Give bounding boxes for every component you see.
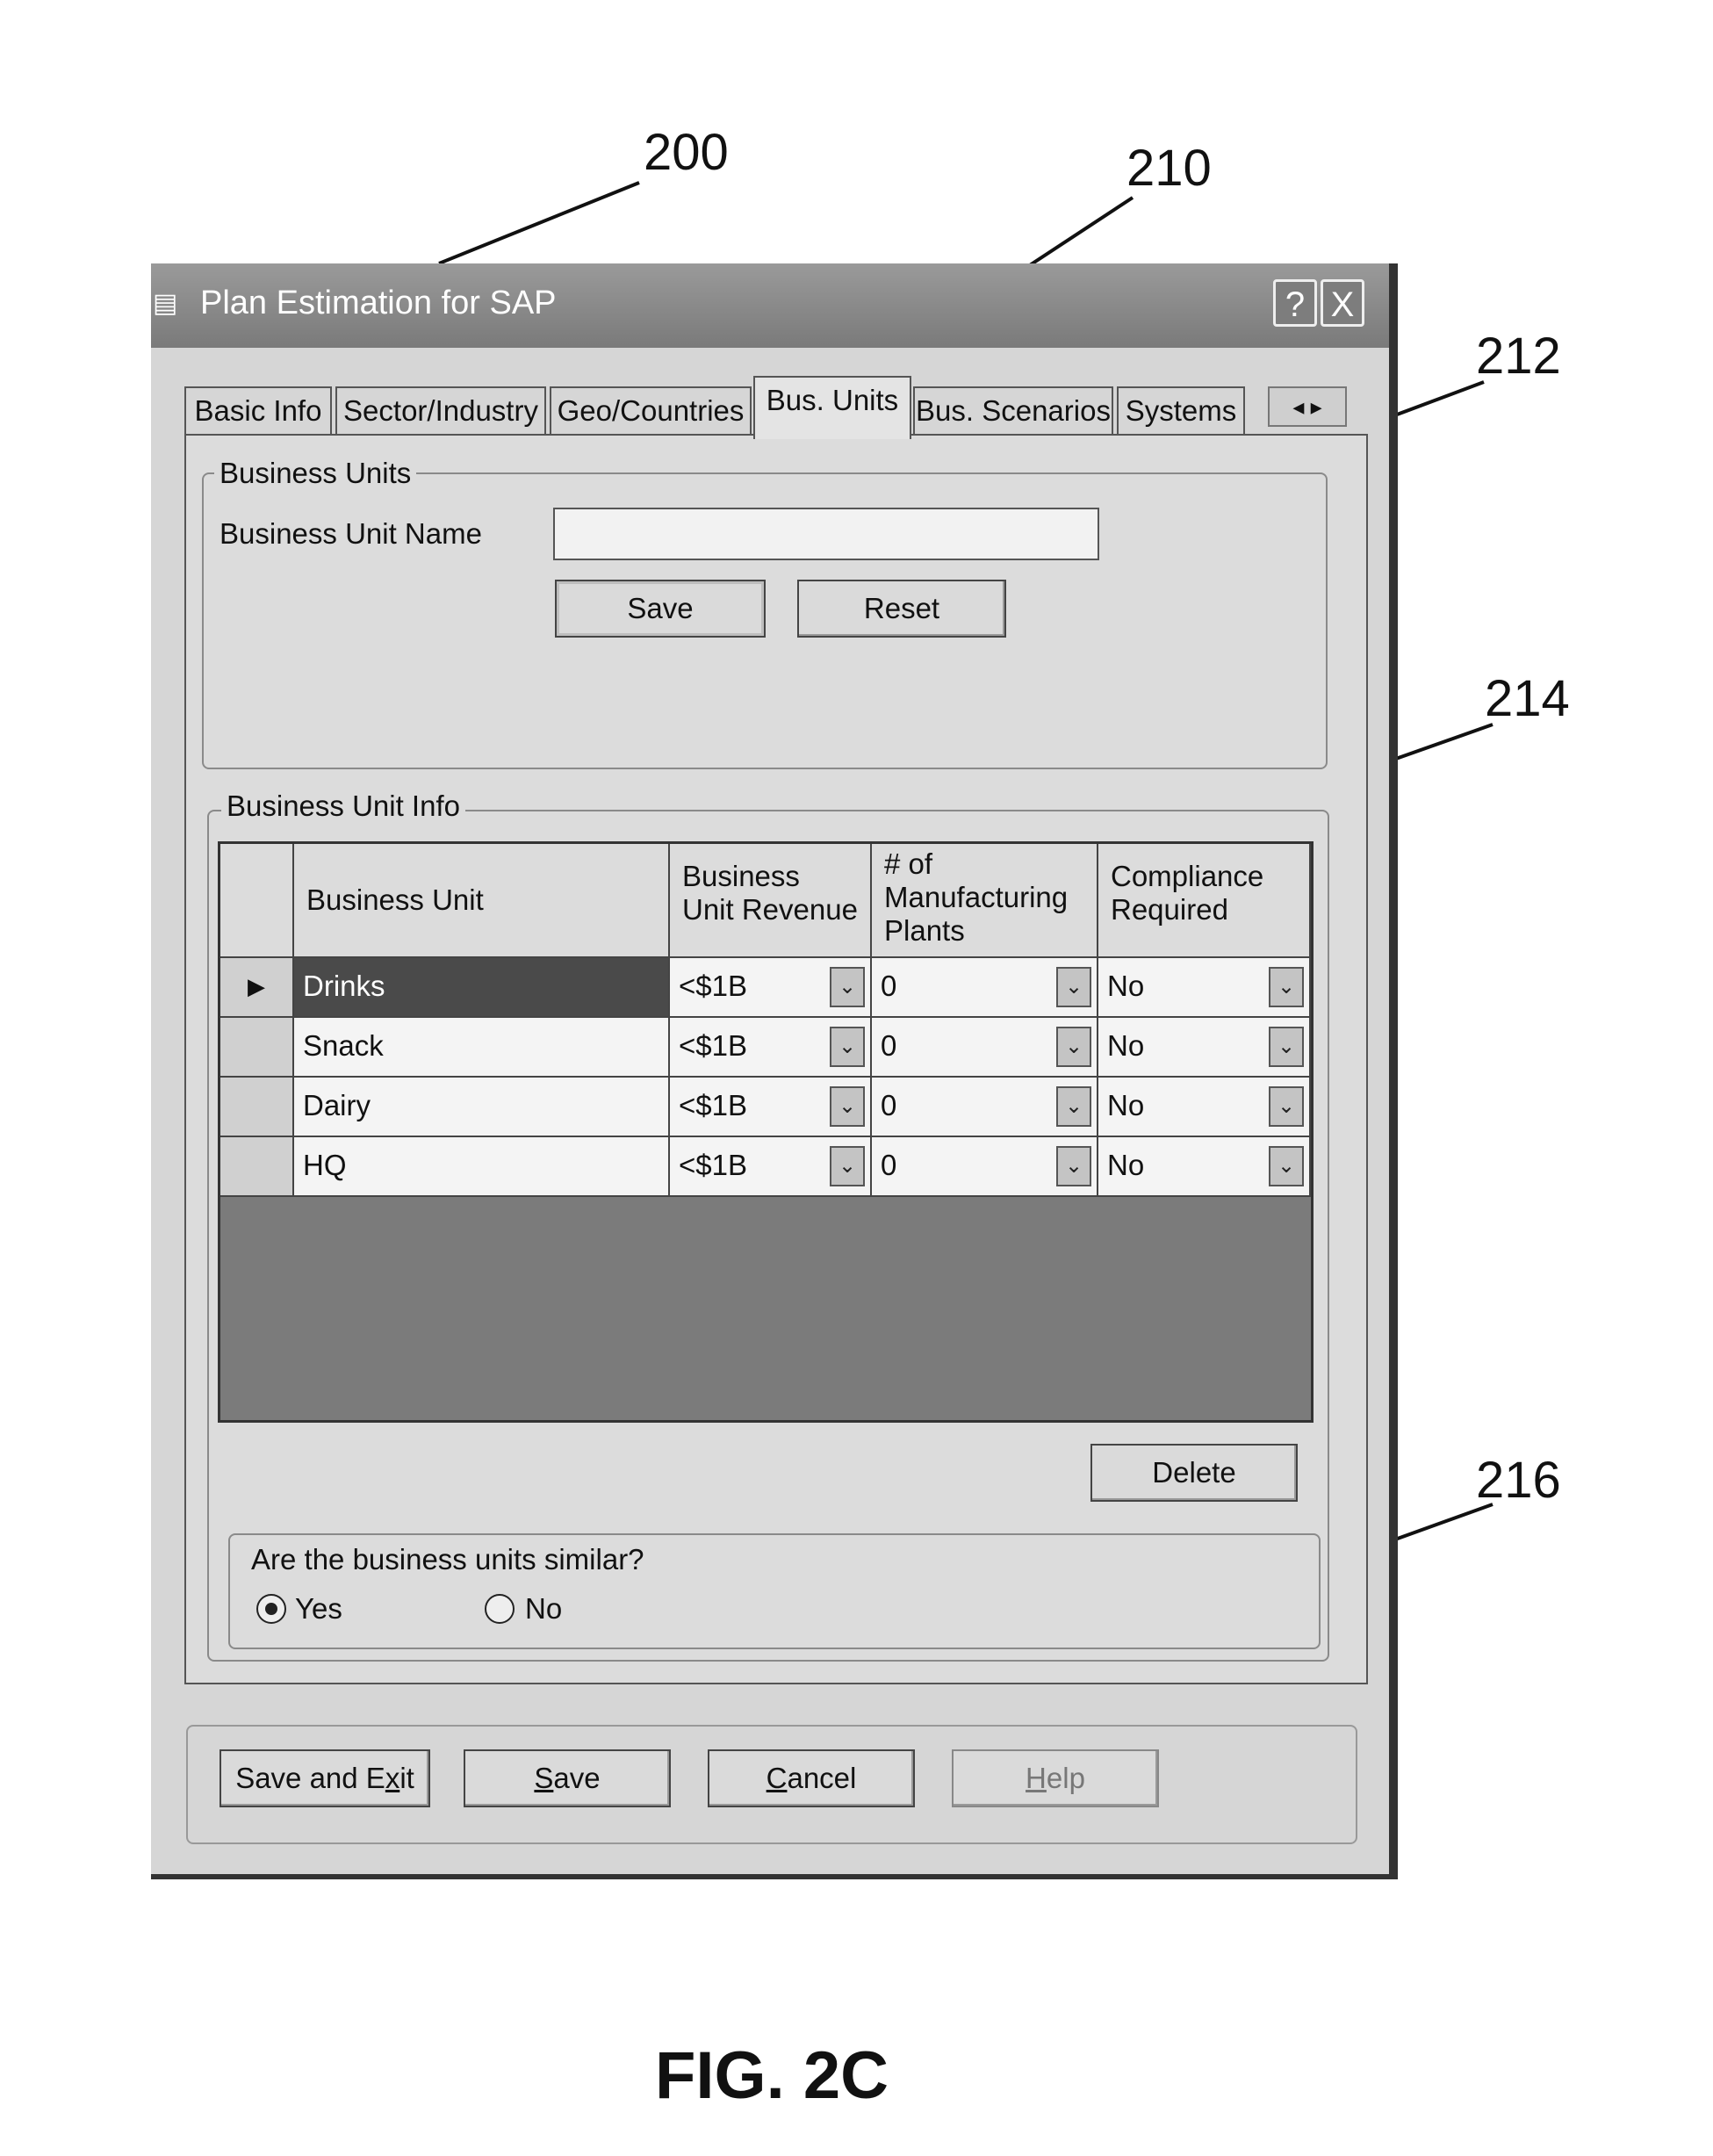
help-text: elp <box>1047 1762 1085 1794</box>
app-icon: ▤ <box>153 290 179 318</box>
title-bar[interactable]: ▤ Plan Estimation for SAP ? X <box>151 263 1389 348</box>
cell-unit[interactable]: Dairy <box>294 1078 670 1137</box>
save-button[interactable]: Save <box>464 1749 671 1807</box>
business-unit-info-legend: Business Unit Info <box>221 790 465 822</box>
save-and-exit-text-a: Save and E <box>235 1762 385 1794</box>
dropdown-arrow-icon[interactable]: ⌄ <box>1269 1146 1304 1186</box>
cell-plants-dropdown[interactable]: 0⌄ <box>872 1018 1098 1078</box>
leader-200 <box>439 183 639 263</box>
business-unit-grid: Business Unit Business Unit Revenue # of… <box>218 841 1314 1423</box>
scroll-left-icon[interactable]: ◂ <box>1292 393 1304 420</box>
tab-sector-industry[interactable]: Sector/Industry <box>335 386 546 434</box>
cell-compliance-dropdown[interactable]: No ⌄ <box>1098 1018 1311 1078</box>
cell-compliance-value: No <box>1107 1029 1144 1062</box>
yes-radio[interactable] <box>256 1594 286 1624</box>
cell-compliance-dropdown[interactable]: No ⌄ <box>1098 1078 1311 1137</box>
cell-unit[interactable]: HQ <box>294 1137 670 1197</box>
help-mnemonic: H <box>1026 1762 1047 1794</box>
save-mnemonic: S <box>534 1762 553 1794</box>
cell-revenue-value: <$1B <box>679 970 747 1002</box>
tab-scroll-arrows[interactable]: ◂ ▸ <box>1268 386 1347 427</box>
cell-compliance-value: No <box>1107 1089 1144 1121</box>
cell-plants-dropdown[interactable]: 0⌄ <box>872 958 1098 1018</box>
cell-revenue-dropdown[interactable]: <$1B ⌄ <box>670 1137 872 1197</box>
cell-revenue-dropdown[interactable]: <$1B ⌄ <box>670 1078 872 1137</box>
cell-plants-value: 0 <box>881 1089 896 1121</box>
cell-revenue-value: <$1B <box>679 1089 747 1121</box>
cell-revenue-dropdown[interactable]: <$1B ⌄ <box>670 1018 872 1078</box>
grid-corner <box>220 844 294 958</box>
col-header-compliance[interactable]: Compliance Required <box>1098 844 1311 958</box>
cell-plants-dropdown[interactable]: 0⌄ <box>872 1078 1098 1137</box>
cell-plants-value: 0 <box>881 970 896 1002</box>
cell-plants-value: 0 <box>881 1029 896 1062</box>
delete-button[interactable]: Delete <box>1090 1444 1298 1502</box>
tab-geo-countries[interactable]: Geo/Countries <box>550 386 752 434</box>
yes-radio-label[interactable]: Yes <box>295 1593 342 1625</box>
help-title-button[interactable]: ? <box>1273 279 1317 327</box>
cell-compliance-value: No <box>1107 1149 1144 1181</box>
dropdown-arrow-icon[interactable]: ⌄ <box>830 1027 865 1067</box>
cancel-button[interactable]: Cancel <box>708 1749 915 1807</box>
cell-unit[interactable]: Drinks <box>294 958 670 1018</box>
dropdown-arrow-icon[interactable]: ⌄ <box>830 1146 865 1186</box>
row-header[interactable] <box>220 1018 294 1078</box>
business-unit-name-input[interactable] <box>553 508 1099 560</box>
cell-plants-value: 0 <box>881 1149 896 1181</box>
no-radio-label[interactable]: No <box>525 1593 562 1625</box>
business-units-legend: Business Units <box>214 458 416 489</box>
scroll-right-icon[interactable]: ▸ <box>1311 393 1322 420</box>
save-and-exit-mnemonic: x <box>385 1762 400 1794</box>
dropdown-arrow-icon[interactable]: ⌄ <box>1269 1086 1304 1127</box>
col-header-revenue[interactable]: Business Unit Revenue <box>670 844 872 958</box>
dropdown-arrow-icon[interactable]: ⌄ <box>830 1086 865 1127</box>
tab-bus-units[interactable]: Bus. Units <box>753 376 911 439</box>
row-header-current[interactable]: ▶ <box>220 958 294 1018</box>
close-title-button[interactable]: X <box>1321 279 1364 327</box>
dropdown-arrow-icon[interactable]: ⌄ <box>1269 1027 1304 1067</box>
row-header[interactable] <box>220 1137 294 1197</box>
cell-plants-dropdown[interactable]: 0⌄ <box>872 1137 1098 1197</box>
tab-bus-scenarios[interactable]: Bus. Scenarios <box>913 386 1113 434</box>
no-radio[interactable] <box>485 1594 515 1624</box>
figure-caption: FIG. 2C <box>655 2037 889 2114</box>
cell-unit[interactable]: Snack <box>294 1018 670 1078</box>
cell-compliance-dropdown[interactable]: No ⌄ <box>1098 958 1311 1018</box>
dropdown-arrow-icon[interactable]: ⌄ <box>1056 1027 1091 1067</box>
cell-compliance-dropdown[interactable]: No ⌄ <box>1098 1137 1311 1197</box>
reset-button[interactable]: Reset <box>797 580 1006 638</box>
radio-selected-dot <box>265 1603 277 1615</box>
help-button[interactable]: Help <box>952 1749 1159 1807</box>
cell-revenue-dropdown[interactable]: <$1B ⌄ <box>670 958 872 1018</box>
row-header[interactable] <box>220 1078 294 1137</box>
cancel-text: ancel <box>787 1762 856 1794</box>
save-text: ave <box>553 1762 600 1794</box>
tab-basic-info[interactable]: Basic Info <box>184 386 332 434</box>
dropdown-arrow-icon[interactable]: ⌄ <box>830 967 865 1007</box>
dropdown-arrow-icon[interactable]: ⌄ <box>1056 1086 1091 1127</box>
save-and-exit-button[interactable]: Save and Exit <box>220 1749 430 1807</box>
cell-revenue-value: <$1B <box>679 1149 747 1181</box>
window-title: Plan Estimation for SAP <box>200 285 557 322</box>
cell-compliance-value: No <box>1107 970 1144 1002</box>
tab-systems[interactable]: Systems <box>1117 386 1245 434</box>
dropdown-arrow-icon[interactable]: ⌄ <box>1056 1146 1091 1186</box>
col-header-business-unit[interactable]: Business Unit <box>294 844 670 958</box>
cancel-mnemonic: C <box>767 1762 788 1794</box>
save-and-exit-text-b: it <box>399 1762 414 1794</box>
cell-revenue-value: <$1B <box>679 1029 747 1062</box>
col-header-plants[interactable]: # of Manufacturing Plants <box>872 844 1098 958</box>
save-unit-button[interactable]: Save <box>555 580 766 638</box>
business-unit-name-label: Business Unit Name <box>220 518 482 550</box>
dropdown-arrow-icon[interactable]: ⌄ <box>1056 967 1091 1007</box>
similarity-question: Are the business units similar? <box>251 1544 644 1576</box>
dropdown-arrow-icon[interactable]: ⌄ <box>1269 967 1304 1007</box>
